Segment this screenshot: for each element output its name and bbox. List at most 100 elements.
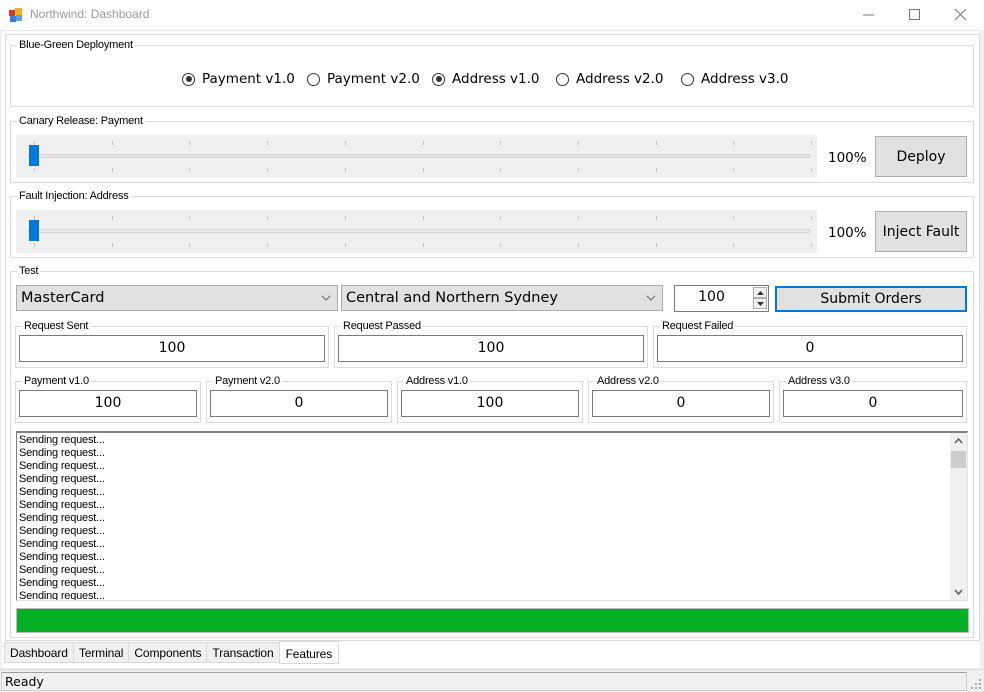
tab-transaction[interactable]: Transaction bbox=[206, 642, 279, 663]
radio-checked-icon bbox=[182, 72, 195, 86]
fault-injection-label: Fault Injection: Address bbox=[17, 189, 131, 203]
log-line: Sending request... bbox=[19, 460, 105, 472]
slider-tick bbox=[189, 168, 191, 172]
slider-tick bbox=[34, 216, 35, 220]
slider-tick bbox=[111, 216, 113, 220]
request-passed-group: Request Passed 100 bbox=[334, 319, 648, 368]
slider-tick bbox=[655, 168, 657, 172]
fault-slider[interactable] bbox=[16, 210, 817, 253]
log-line: Sending request... bbox=[19, 525, 105, 537]
tab-components[interactable]: Components bbox=[128, 642, 207, 663]
scroll-down-icon[interactable] bbox=[954, 589, 963, 595]
slider-tick bbox=[111, 168, 113, 172]
radio-payment-v1[interactable]: Payment v1.0 bbox=[182, 71, 295, 87]
progress-bar bbox=[16, 608, 969, 633]
address-v1-group: Address v1.0 100 bbox=[397, 374, 583, 423]
spin-up-button[interactable] bbox=[753, 287, 767, 298]
log-scrollbar[interactable] bbox=[950, 433, 967, 600]
slider-thumb[interactable] bbox=[29, 220, 39, 241]
features-tab-page: Blue-Green Deployment Payment v1.0 Payme… bbox=[5, 34, 980, 641]
request-sent-label: Request Sent bbox=[22, 319, 91, 333]
slider-tick bbox=[577, 141, 579, 145]
status-text: Ready bbox=[1, 672, 967, 691]
slider-tick bbox=[500, 216, 502, 220]
slider-tick bbox=[733, 216, 735, 220]
slider-tick bbox=[811, 141, 812, 145]
request-failed-group: Request Failed 0 bbox=[653, 319, 967, 368]
log-line: Sending request... bbox=[19, 499, 105, 511]
log-line: Sending request... bbox=[19, 512, 105, 524]
address-v2-label: Address v2.0 bbox=[595, 374, 661, 388]
slider-tick bbox=[733, 141, 735, 145]
slider-tick bbox=[267, 168, 269, 172]
canary-slider[interactable] bbox=[16, 135, 817, 178]
address-v3-value: 0 bbox=[783, 390, 963, 417]
log-line: Sending request... bbox=[19, 551, 105, 563]
region-select[interactable]: Central and Northern Sydney bbox=[341, 285, 663, 311]
slider-tick bbox=[577, 168, 579, 172]
request-failed-value: 0 bbox=[657, 335, 963, 362]
payment-v2-value: 0 bbox=[210, 390, 388, 417]
radio-label: Address v3.0 bbox=[701, 71, 789, 87]
radio-address-v1[interactable]: Address v1.0 bbox=[432, 71, 540, 87]
slider-tick bbox=[34, 168, 35, 172]
log-line: Sending request... bbox=[19, 564, 105, 576]
tab-strip: Dashboard Terminal Components Transaction Fe… bbox=[4, 641, 340, 664]
payment-v1-group: Payment v1.0 100 bbox=[15, 374, 201, 423]
close-icon bbox=[955, 9, 967, 21]
address-v1-label: Address v1.0 bbox=[404, 374, 470, 388]
resize-grip-icon[interactable] bbox=[970, 678, 982, 690]
slider-tick bbox=[811, 168, 812, 172]
chevron-down-icon bbox=[321, 295, 331, 301]
slider-tick bbox=[267, 216, 269, 220]
card-type-select[interactable]: MasterCard bbox=[16, 285, 338, 311]
radio-address-v3[interactable]: Address v3.0 bbox=[681, 71, 789, 87]
slider-tick bbox=[267, 243, 269, 247]
payment-v2-group: Payment v2.0 0 bbox=[206, 374, 392, 423]
slider-tick bbox=[422, 168, 424, 172]
tab-features[interactable]: Features bbox=[278, 641, 340, 664]
minimize-icon bbox=[863, 14, 874, 16]
radio-payment-v2[interactable]: Payment v2.0 bbox=[307, 71, 420, 87]
tab-dashboard[interactable]: Dashboard bbox=[4, 642, 73, 663]
log-line: Sending request... bbox=[19, 447, 105, 459]
slider-tick bbox=[733, 168, 735, 172]
slider-tick bbox=[500, 141, 502, 145]
slider-tick bbox=[655, 243, 657, 247]
slider-tick bbox=[344, 216, 346, 220]
spin-down-button[interactable] bbox=[753, 298, 767, 309]
address-v2-value: 0 bbox=[592, 390, 770, 417]
fault-injection-group: Fault Injection: Address 100% Inject Fau… bbox=[10, 189, 974, 258]
radio-address-v2[interactable]: Address v2.0 bbox=[556, 71, 664, 87]
slider-tick bbox=[655, 141, 657, 145]
title-bar: Northwind: Dashboard bbox=[0, 0, 984, 30]
deploy-button[interactable]: Deploy bbox=[875, 136, 967, 177]
slider-tick bbox=[422, 243, 424, 247]
scrollbar-thumb[interactable] bbox=[951, 451, 966, 468]
inject-fault-button[interactable]: Inject Fault bbox=[875, 211, 967, 252]
order-count-stepper[interactable]: 100 bbox=[674, 285, 769, 312]
slider-thumb[interactable] bbox=[29, 145, 39, 166]
scroll-up-icon[interactable] bbox=[954, 438, 963, 444]
blue-green-label: Blue-Green Deployment bbox=[17, 38, 135, 52]
close-button[interactable] bbox=[938, 0, 984, 30]
log-line: Sending request... bbox=[19, 577, 105, 589]
request-sent-group: Request Sent 100 bbox=[15, 319, 329, 368]
window-title: Northwind: Dashboard bbox=[30, 7, 150, 21]
radio-unchecked-icon bbox=[681, 72, 694, 86]
radio-checked-icon bbox=[432, 72, 445, 86]
slider-tick bbox=[811, 243, 812, 247]
submit-orders-button[interactable]: Submit Orders bbox=[775, 286, 967, 312]
slider-tick bbox=[500, 243, 502, 247]
slider-track bbox=[28, 229, 810, 233]
minimize-button[interactable] bbox=[846, 0, 892, 30]
progress-fill bbox=[17, 609, 968, 632]
tab-terminal[interactable]: Terminal bbox=[72, 642, 129, 663]
slider-tick bbox=[344, 168, 346, 172]
arrow-down-icon bbox=[757, 302, 764, 306]
app-icon bbox=[9, 8, 23, 22]
address-v3-label: Address v3.0 bbox=[786, 374, 852, 388]
request-passed-label: Request Passed bbox=[341, 319, 423, 333]
maximize-button[interactable] bbox=[892, 0, 938, 30]
log-textbox[interactable]: Sending request... Sending request... Send… bbox=[16, 431, 968, 601]
